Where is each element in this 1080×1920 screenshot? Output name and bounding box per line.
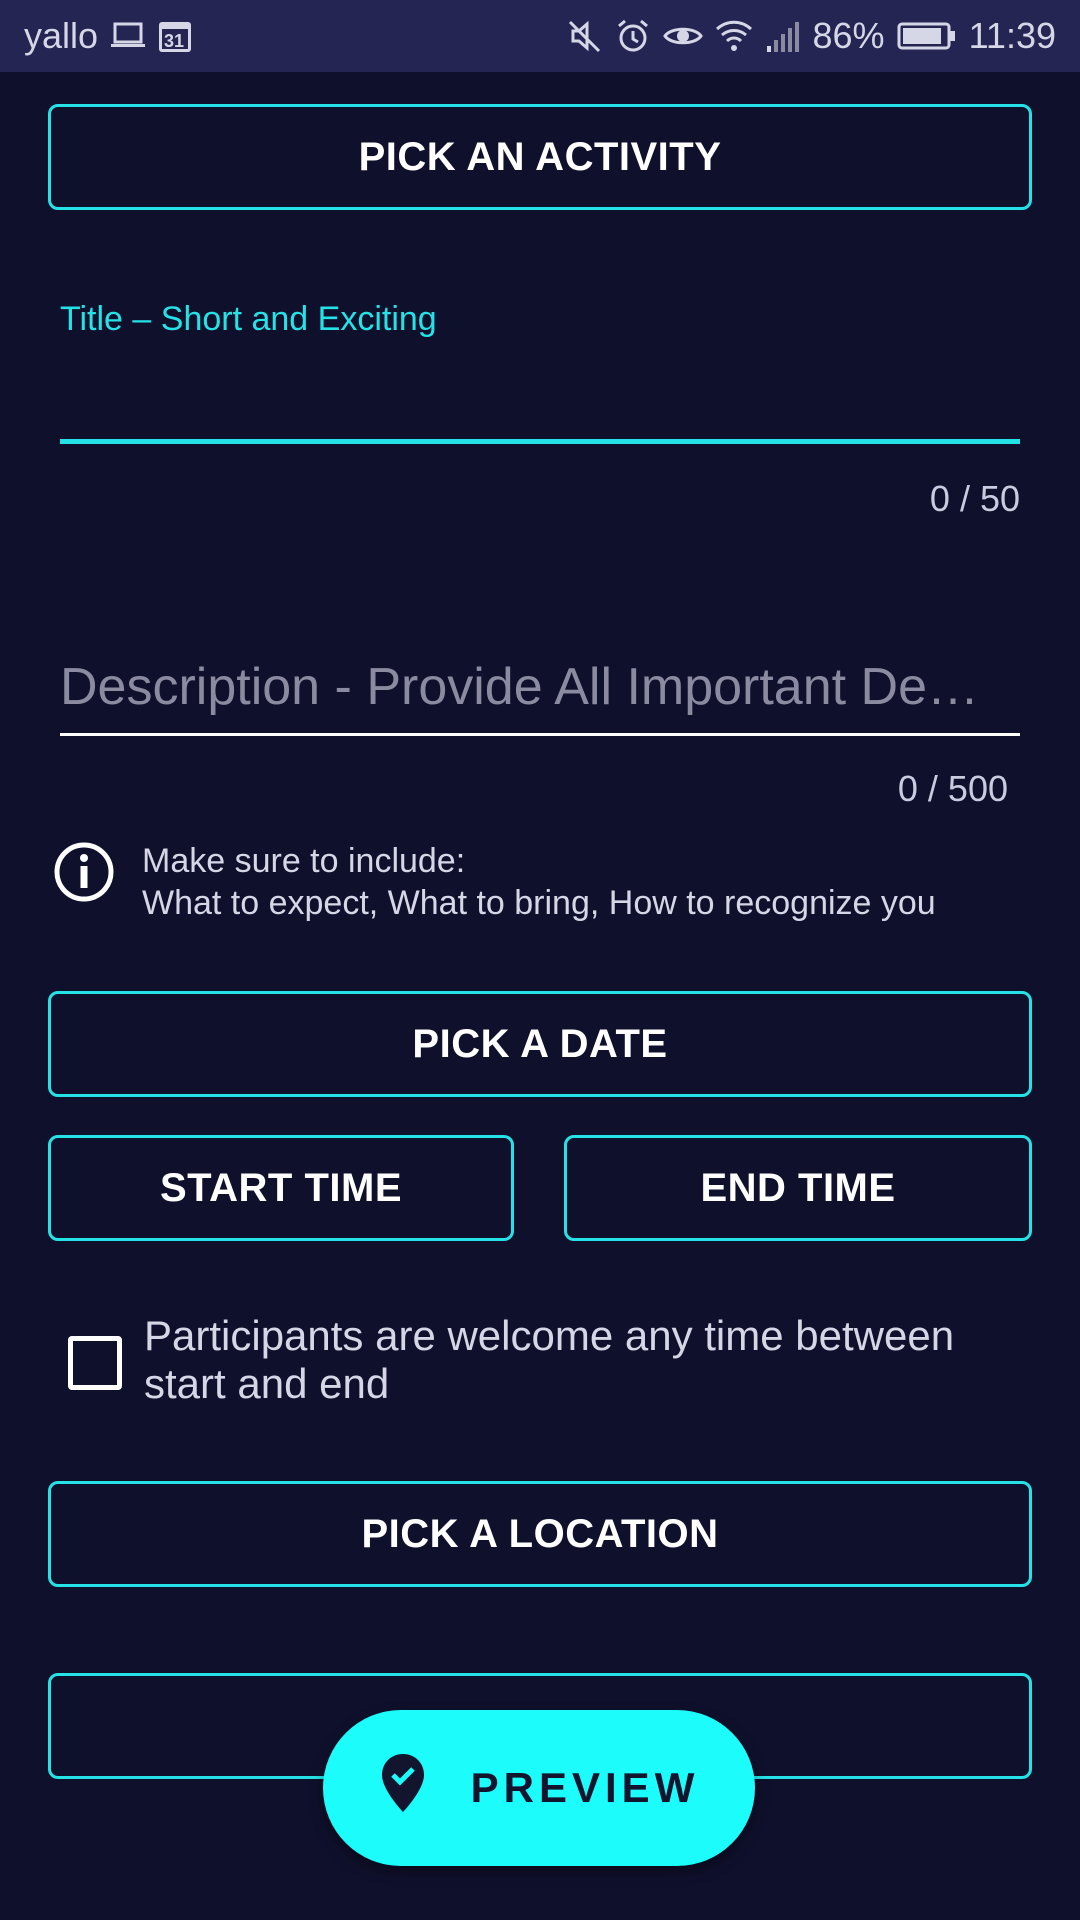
end-time-button[interactable]: END TIME: [564, 1135, 1032, 1241]
status-bar-right: 86% 11:39: [567, 15, 1056, 57]
battery-icon: [897, 21, 957, 51]
preview-label: PREVIEW: [470, 1764, 700, 1811]
pick-date-button[interactable]: PICK A DATE: [48, 991, 1032, 1097]
status-bar: yallo 31 86% 11:39: [0, 0, 1080, 72]
eye-icon: [662, 18, 703, 54]
status-bar-left: yallo 31: [24, 15, 192, 57]
pick-activity-button[interactable]: PICK AN ACTIVITY: [48, 104, 1032, 210]
pick-location-button[interactable]: PICK A LOCATION: [48, 1481, 1032, 1587]
preview-button[interactable]: PREVIEW: [323, 1710, 755, 1866]
description-char-counter: 0 / 500: [897, 768, 1008, 809]
title-input[interactable]: [60, 360, 1020, 444]
start-time-button[interactable]: START TIME: [48, 1135, 514, 1241]
calendar-day: 31: [164, 31, 185, 51]
carrier-name: yallo: [24, 15, 99, 56]
title-char-counter: 0 / 50: [929, 478, 1020, 519]
info-text: Make sure to include: What to expect, Wh…: [142, 840, 936, 924]
signal-icon: [765, 20, 801, 52]
mute-icon: [567, 18, 603, 54]
flexible-arrival-checkbox[interactable]: [68, 1336, 122, 1390]
description-input[interactable]: [60, 640, 1020, 736]
flexible-arrival-label[interactable]: Participants are welcome any time betwee…: [144, 1312, 1028, 1408]
wifi-icon: [715, 19, 753, 53]
info-text-line-1: Make sure to include:: [142, 842, 466, 880]
flexible-arrival-option: Participants are welcome any time betwee…: [68, 1312, 1028, 1408]
clock: 11:39: [968, 15, 1056, 56]
screen: yallo 31 86% 11:39 PICK AN ACTIVITY Titl…: [0, 0, 1080, 1920]
location-check-icon: [379, 1752, 427, 1824]
title-field-label: Title – Short and Exciting: [60, 300, 437, 338]
info-text-line-2: What to expect, What to bring, How to re…: [142, 884, 936, 922]
info-hint: Make sure to include: What to expect, Wh…: [52, 840, 936, 924]
calendar-icon: 31: [158, 19, 192, 53]
laptop-icon: [110, 21, 146, 51]
battery-percent: 86%: [812, 15, 885, 56]
alarm-icon: [615, 18, 651, 54]
info-icon: [52, 840, 116, 909]
